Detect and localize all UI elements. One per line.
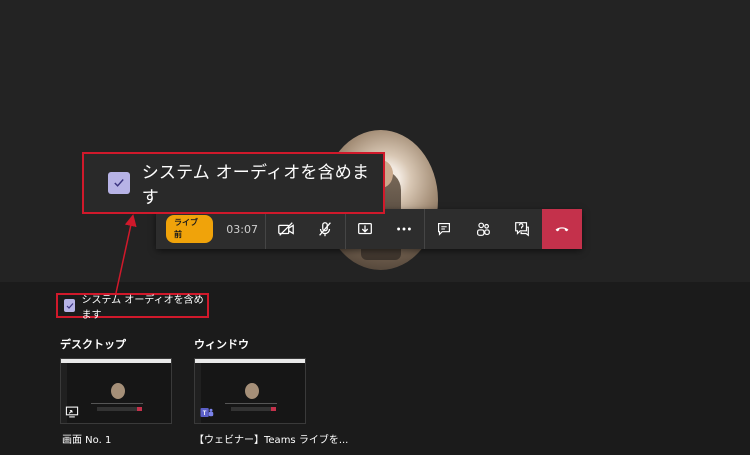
hangup-button[interactable] <box>541 209 583 249</box>
teams-icon: T <box>197 403 215 421</box>
chat-icon <box>438 223 451 236</box>
qna-icon <box>515 222 530 237</box>
svg-text:T: T <box>202 411 206 417</box>
participants-button[interactable] <box>464 209 503 249</box>
people-icon <box>477 222 491 236</box>
status-badge: ライブ前 <box>166 215 214 243</box>
camera-toggle-button[interactable] <box>266 209 305 249</box>
window-section-title: ウィンドウ <box>194 338 249 351</box>
share-tray-button[interactable] <box>346 209 385 249</box>
window-item-caption: 【ウェビナー】Teams ライブを... <box>194 435 349 446</box>
share-tray-icon <box>358 222 372 235</box>
qna-button[interactable] <box>503 209 542 249</box>
include-system-audio-option[interactable]: システム オーディオを含めます <box>56 293 209 321</box>
zoomed-audio-callout: システム オーディオを含めます <box>82 152 385 214</box>
desktop-thumbnail[interactable] <box>60 358 172 424</box>
mic-toggle-button[interactable] <box>305 209 344 249</box>
include-audio-checkbox[interactable] <box>64 299 76 312</box>
include-audio-label: システム オーディオを含めます <box>81 294 204 321</box>
hangup-icon <box>555 227 569 232</box>
chat-button[interactable] <box>425 209 464 249</box>
zoomed-audio-checkbox[interactable] <box>108 172 130 194</box>
call-controls-bar: ライブ前 03:07 <box>156 209 583 249</box>
window-thumbnail[interactable]: T <box>194 358 306 424</box>
checkmark-icon <box>114 179 124 187</box>
call-timer: 03:07 <box>226 222 258 236</box>
screen-share-icon <box>63 403 81 421</box>
desktop-section-title: デスクトップ <box>60 338 126 351</box>
mic-off-icon <box>319 222 331 237</box>
checkmark-icon <box>66 302 74 309</box>
more-icon <box>397 227 411 231</box>
zoomed-audio-label: システム オーディオを含めます <box>141 163 370 208</box>
desktop-item-caption: 画面 No. 1 <box>62 435 112 446</box>
more-actions-button[interactable] <box>385 209 424 249</box>
video-off-icon <box>278 222 294 236</box>
